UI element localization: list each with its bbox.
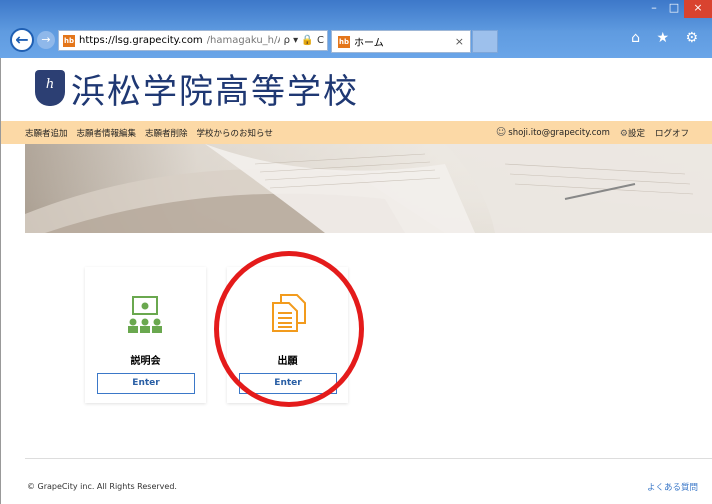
copyright-text: © GrapeCity inc. All Rights Reserved. (27, 482, 177, 491)
url-host: https://lsg.grapecity.com (79, 35, 203, 46)
window-controls: – □ × (644, 0, 712, 20)
nav-bar: 志願者追加 志願者情報編集 志願者削除 学校からのお知らせ ☺ shoji.ito… (1, 121, 712, 144)
user-icon: ☺ (495, 127, 507, 138)
new-tab-button[interactable] (472, 30, 498, 53)
back-arrow-icon[interactable]: ← (10, 28, 34, 52)
footer-divider (25, 458, 712, 459)
school-crest-icon: h (35, 70, 65, 106)
nav-item-school-notices[interactable]: 学校からのお知らせ (197, 127, 273, 139)
address-bar-icons[interactable]: ρ ▾ 🔒 C (284, 35, 327, 46)
user-email: shoji.ito@grapecity.com (508, 128, 610, 138)
maximize-button[interactable]: □ (664, 0, 684, 18)
enter-button-event[interactable]: Enter (97, 373, 195, 394)
forward-arrow-icon[interactable]: → (37, 31, 55, 49)
tab-close-icon[interactable]: × (455, 35, 464, 48)
page: h 浜松学院高等学校 志願者追加 志願者情報編集 志願者削除 学校からのお知らせ… (0, 58, 712, 504)
card-title-event: 説明会 (130, 356, 161, 367)
nav-item-add-applicant[interactable]: 志願者追加 (25, 127, 68, 139)
browser-chrome: – □ × ← → hb https://lsg.grapecity.com /… (0, 0, 712, 58)
school-name: 浜松学院高等学校 (71, 72, 359, 112)
banner-books-image (25, 144, 712, 233)
url-path: /hamagaku_h/App?from=lc (206, 35, 280, 46)
event-card: 説明会 Enter (85, 267, 206, 403)
school-header: h 浜松学院高等学校 (1, 58, 712, 121)
settings-link[interactable]: ⚙設定 (620, 127, 645, 139)
browser-tab[interactable]: hb ホーム × (331, 30, 471, 53)
close-window-button[interactable]: × (684, 0, 712, 18)
user-account[interactable]: ☺ shoji.ito@grapecity.com (496, 127, 610, 138)
site-favicon-icon: hb (63, 34, 75, 47)
banner-image (25, 144, 712, 233)
address-bar[interactable]: hb https://lsg.grapecity.com /hamagaku_h… (58, 30, 328, 51)
gear-icon: ⚙ (619, 128, 628, 139)
highlight-circle (214, 251, 364, 407)
settings-label: 設定 (627, 128, 645, 139)
presentation-icon (128, 296, 162, 333)
minimize-button[interactable]: – (644, 0, 664, 18)
logout-link[interactable]: ログオフ (655, 127, 689, 139)
tab-favicon-icon: hb (338, 35, 350, 48)
tab-title: ホーム (354, 38, 384, 49)
nav-item-delete-applicant[interactable]: 志願者削除 (145, 127, 188, 139)
nav-item-edit-applicant[interactable]: 志願者情報編集 (77, 127, 137, 139)
faq-link[interactable]: よくある質問 (647, 481, 698, 493)
browser-toolbar-icons[interactable]: ⌂ ★ ⚙ (631, 30, 704, 46)
